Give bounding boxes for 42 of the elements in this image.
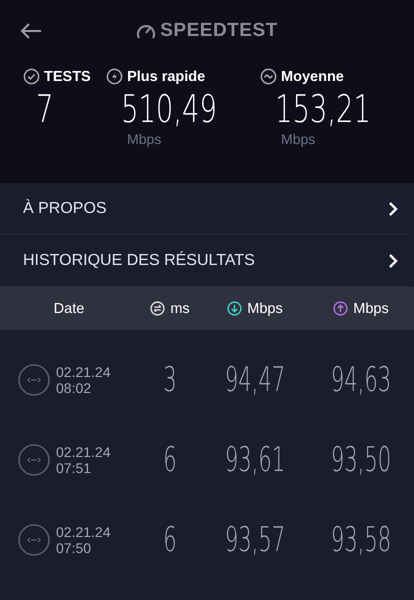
download-value: 93,61 — [224, 440, 286, 480]
upload-value: 93,50 — [330, 440, 392, 480]
stat-value: 510,49 — [120, 87, 217, 131]
lightning-icon — [106, 68, 124, 85]
column-header: Mbps — [247, 300, 283, 316]
chevron-right-icon — [388, 200, 398, 216]
connection-icon — [18, 364, 50, 396]
date-text: 02.21.24 — [56, 364, 110, 380]
wave-circle-icon — [260, 68, 278, 85]
download-value: 93,57 — [224, 520, 286, 560]
check-circle-icon — [23, 68, 40, 85]
download-value: 94,47 — [224, 360, 286, 400]
connection-icon — [18, 444, 50, 476]
download-icon — [227, 301, 242, 316]
stat-unit: Mbps — [280, 131, 316, 147]
column-header: ms — [170, 300, 190, 316]
gauge-icon — [136, 22, 156, 40]
time-text: 08:02 — [56, 380, 92, 396]
connection-icon — [18, 524, 50, 556]
stat-label: Plus rapide — [127, 68, 206, 84]
ping-value: 6 — [162, 520, 178, 560]
date-text: 02.21.24 — [56, 524, 110, 540]
ping-value: 3 — [162, 360, 178, 400]
stat-label: TESTS — [44, 68, 91, 84]
upload-icon — [333, 301, 348, 316]
chevron-right-icon — [388, 252, 398, 268]
stat-value: 153,21 — [274, 87, 371, 131]
date-text: 02.21.24 — [56, 444, 110, 460]
stat-label: Moyenne — [281, 68, 344, 84]
column-header: Mbps — [353, 300, 389, 316]
upload-value: 93,58 — [330, 520, 392, 560]
ping-value: 6 — [162, 440, 178, 480]
back-arrow-icon[interactable] — [20, 23, 42, 39]
menu-item[interactable]: À PROPOS — [0, 183, 410, 235]
stat-unit: Mbps — [126, 131, 162, 147]
logo-text: SPEEDTEST — [160, 20, 278, 42]
stat-value: 7 — [34, 87, 54, 131]
column-header: Date — [54, 300, 84, 316]
ping-icon — [150, 301, 166, 316]
time-text: 07:51 — [56, 460, 92, 476]
upload-value: 94,63 — [330, 360, 392, 400]
time-text: 07:50 — [56, 540, 92, 556]
